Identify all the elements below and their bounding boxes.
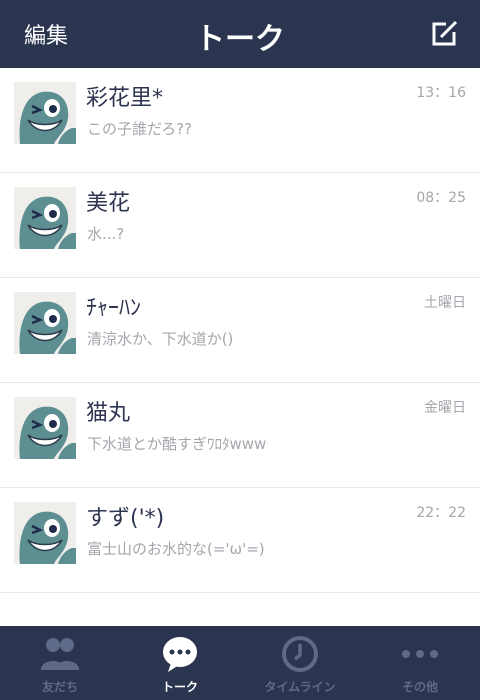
- chat-name: すず('*): [86, 506, 165, 531]
- avatar: [14, 397, 76, 459]
- tab-label: タイムライン: [264, 680, 336, 694]
- tab-timeline[interactable]: タイムライン: [240, 626, 360, 700]
- talk-bubble-icon: [163, 637, 197, 672]
- chat-time: 13：16: [416, 85, 466, 101]
- tab-talk[interactable]: トーク: [120, 626, 240, 700]
- chat-preview: 富士山のお水的な(='ω'=): [87, 540, 265, 558]
- tab-label: 友だち: [41, 680, 78, 694]
- chat-row[interactable]: すず('*) 富士山のお水的な(='ω'=) 22：22: [0, 488, 480, 593]
- chat-list: 彩花里* この子誰だろ?? 13：16 美花 水...? 08：25 ﾁｬｰﾊﾝ: [0, 68, 480, 593]
- chat-row[interactable]: ﾁｬｰﾊﾝ 清涼水か、下水道か() 土曜日: [0, 278, 480, 383]
- chat-row[interactable]: 彩花里* この子誰だろ?? 13：16: [0, 68, 480, 173]
- chat-time: 08：25: [416, 190, 466, 206]
- clock-icon: [282, 636, 318, 672]
- tab-friends[interactable]: 友だち: [0, 626, 120, 700]
- chat-row[interactable]: 美花 水...? 08：25: [0, 173, 480, 278]
- avatar: [14, 292, 76, 354]
- compose-icon[interactable]: [428, 18, 460, 50]
- avatar: [14, 502, 76, 564]
- chat-preview: この子誰だろ??: [87, 120, 193, 138]
- tab-more[interactable]: その他: [360, 626, 480, 700]
- chat-name: 彩花里*: [86, 86, 164, 111]
- page-title: トーク: [195, 22, 285, 57]
- tab-bar: 友だち トーク タイムライン その他: [0, 626, 480, 700]
- avatar: [14, 187, 76, 249]
- chat-time: 土曜日: [424, 295, 466, 311]
- friends-icon: [41, 638, 79, 670]
- chat-time: 22：22: [416, 505, 466, 521]
- avatar: [14, 82, 76, 144]
- chat-name: 美花: [86, 191, 131, 216]
- tab-label: トーク: [161, 680, 198, 694]
- chat-name: ﾁｬｰﾊﾝ: [86, 296, 142, 321]
- chat-name: 猫丸: [86, 401, 131, 426]
- chat-row[interactable]: 猫丸 下水道とか酷すぎﾜﾛﾀwww 金曜日: [0, 383, 480, 488]
- chat-time: 金曜日: [424, 400, 466, 416]
- more-dots-icon: [402, 650, 438, 658]
- chat-preview: 水...?: [87, 225, 125, 243]
- app-header: 編集 トーク: [0, 0, 480, 68]
- chat-preview: 清涼水か、下水道か(): [87, 330, 234, 348]
- tab-label: その他: [401, 680, 438, 694]
- chat-preview: 下水道とか酷すぎﾜﾛﾀwww: [87, 435, 267, 453]
